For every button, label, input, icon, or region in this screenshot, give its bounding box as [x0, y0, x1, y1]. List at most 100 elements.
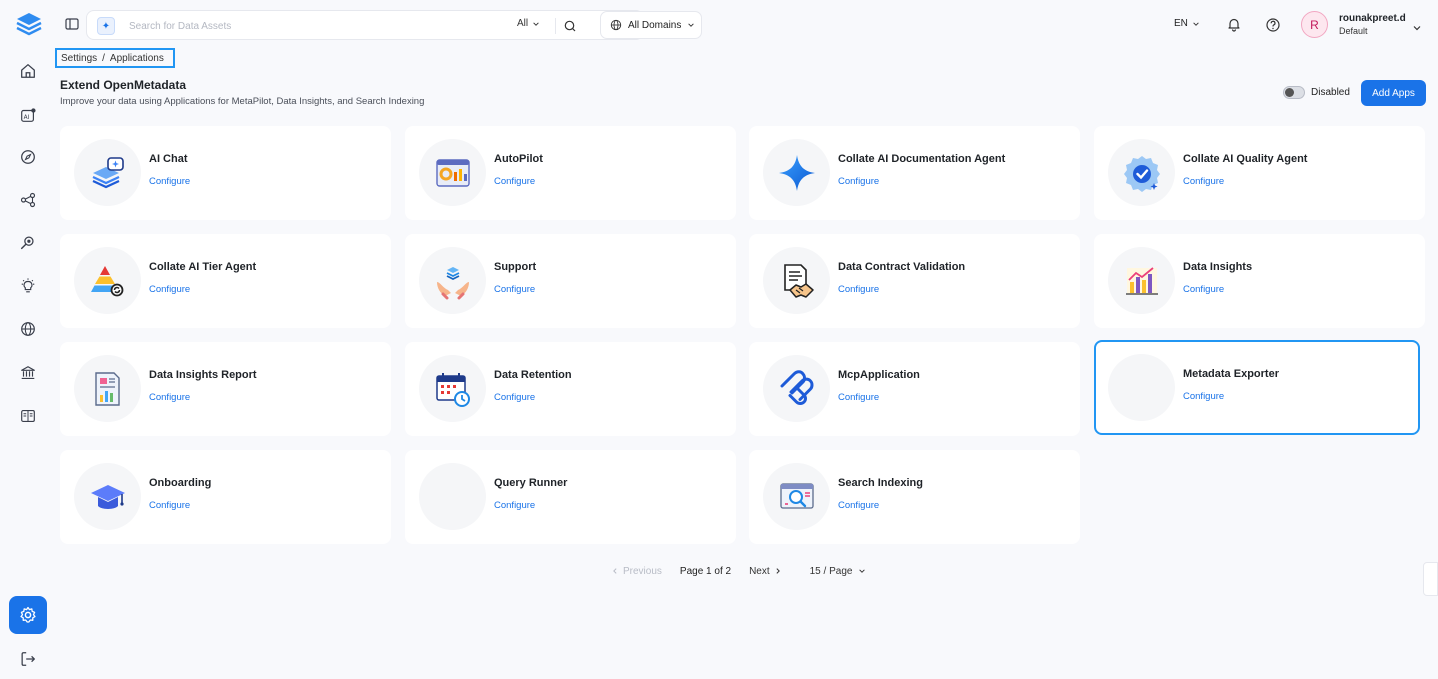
graduation-cap-icon — [74, 463, 141, 530]
app-name: Collate AI Documentation Agent — [838, 153, 1006, 165]
sidebar-toggle-icon[interactable] — [64, 16, 80, 32]
openmetadata-logo-icon[interactable] — [15, 10, 43, 38]
app-card-mcp-application[interactable]: McpApplication Configure — [749, 342, 1080, 436]
sparkle-icon — [763, 139, 830, 206]
next-page-button[interactable]: Next — [749, 566, 782, 577]
app-name: AI Chat — [149, 153, 188, 165]
previous-page-button[interactable]: Previous — [611, 566, 662, 577]
app-card-data-insights[interactable]: Data Insights Configure — [1094, 234, 1425, 328]
page-subtitle: Improve your data using Applications for… — [60, 96, 425, 107]
app-card-onboarding[interactable]: Onboarding Configure — [60, 450, 391, 544]
app-card-quality-agent[interactable]: Collate AI Quality Agent Configure — [1094, 126, 1425, 220]
domains-dropdown[interactable]: All Domains — [600, 11, 702, 39]
page-size-label: 15 / Page — [809, 565, 853, 577]
knowledge-book-icon[interactable] — [14, 402, 42, 430]
configure-link[interactable]: Configure — [1183, 391, 1224, 402]
sidebar: AI — [0, 0, 56, 679]
configure-link[interactable]: Configure — [838, 176, 879, 187]
app-card-data-retention[interactable]: Data Retention Configure — [405, 342, 736, 436]
app-card-support[interactable]: Support Configure — [405, 234, 736, 328]
configure-link[interactable]: Configure — [494, 284, 535, 295]
app-card-ai-chat[interactable]: AI Chat Configure — [60, 126, 391, 220]
configure-link[interactable]: Configure — [1183, 284, 1224, 295]
app-name: Search Indexing — [838, 477, 923, 489]
search-bar: ✦ All — [86, 10, 644, 40]
search-filter-label: All — [517, 18, 529, 29]
app-name: Data Retention — [494, 369, 572, 381]
configure-link[interactable]: Configure — [149, 176, 190, 187]
app-name: AutoPilot — [494, 153, 543, 165]
configure-link[interactable]: Configure — [149, 500, 190, 511]
configure-link[interactable]: Configure — [838, 500, 879, 511]
app-card-metadata-exporter[interactable]: Metadata Exporter Configure — [1094, 340, 1420, 435]
tier-pyramid-icon — [74, 247, 141, 314]
configure-link[interactable]: Configure — [149, 284, 190, 295]
settings-gear-icon[interactable] — [9, 596, 47, 634]
user-name[interactable]: rounakpreet.d — [1339, 13, 1406, 24]
configure-link[interactable]: Configure — [494, 392, 535, 403]
insights-bulb-icon[interactable] — [14, 272, 42, 300]
pagination: Previous Page 1 of 2 Next 15 / Page — [611, 564, 866, 578]
quality-badge-icon — [1108, 139, 1175, 206]
home-icon[interactable] — [14, 57, 42, 85]
configure-link[interactable]: Configure — [494, 500, 535, 511]
help-icon[interactable] — [1265, 17, 1281, 33]
domains-globe-icon[interactable] — [14, 315, 42, 343]
breadcrumb-separator: / — [102, 52, 105, 64]
app-name: Onboarding — [149, 477, 212, 489]
app-card-autopilot[interactable]: AutoPilot Configure — [405, 126, 736, 220]
configure-link[interactable]: Configure — [149, 392, 190, 403]
mcp-logo-icon — [763, 355, 830, 422]
search-window-icon — [763, 463, 830, 530]
top-bar: ✦ All All Domains EN R rounakpreet.d Def… — [56, 0, 1438, 48]
governance-bank-icon[interactable] — [14, 359, 42, 387]
app-card-tier-agent[interactable]: Collate AI Tier Agent Configure — [60, 234, 391, 328]
configure-link[interactable]: Configure — [494, 176, 535, 187]
app-card-query-runner[interactable]: Query Runner Configure — [405, 450, 736, 544]
calendar-clock-icon — [419, 355, 486, 422]
notification-bell-icon[interactable] — [1226, 16, 1242, 32]
configure-link[interactable]: Configure — [838, 284, 879, 295]
configure-link[interactable]: Configure — [1183, 176, 1224, 187]
ai-icon[interactable]: AI — [14, 101, 42, 129]
search-divider — [555, 18, 556, 34]
search-filter-dropdown[interactable]: All — [517, 18, 540, 29]
page-info: Page 1 of 2 — [679, 565, 732, 577]
blank-icon — [419, 463, 486, 530]
ai-search-icon[interactable]: ✦ — [97, 17, 115, 35]
app-name: Data Contract Validation — [838, 261, 966, 273]
app-card-data-contract-validation[interactable]: Data Contract Validation Configure — [749, 234, 1080, 328]
app-card-documentation-agent[interactable]: Collate AI Documentation Agent Configure — [749, 126, 1080, 220]
search-input[interactable] — [129, 17, 459, 35]
chevron-right-icon — [776, 568, 780, 574]
page-title: Extend OpenMetadata — [60, 78, 187, 92]
add-apps-button[interactable]: Add Apps — [1361, 80, 1426, 106]
app-name: Collate AI Tier Agent — [149, 261, 257, 273]
page-size-dropdown[interactable]: 15 / Page — [810, 566, 867, 577]
user-role: Default — [1339, 26, 1368, 36]
language-label: EN — [1174, 18, 1188, 29]
domains-label: All Domains — [628, 19, 682, 31]
svg-text:AI: AI — [24, 115, 30, 121]
chevron-down-icon — [1193, 21, 1199, 26]
language-dropdown[interactable]: EN — [1174, 18, 1200, 29]
chevron-down-icon[interactable] — [1412, 20, 1422, 31]
lineage-icon[interactable] — [14, 186, 42, 214]
breadcrumb: Settings / Applications — [55, 48, 175, 68]
autopilot-icon — [419, 139, 486, 206]
chevron-down-icon — [533, 21, 539, 26]
breadcrumb-applications[interactable]: Applications — [110, 53, 164, 64]
breadcrumb-settings[interactable]: Settings — [61, 53, 97, 64]
configure-link[interactable]: Configure — [838, 392, 879, 403]
side-panel-handle[interactable] — [1423, 562, 1438, 596]
app-card-search-indexing[interactable]: Search Indexing Configure — [749, 450, 1080, 544]
search-icon[interactable] — [563, 19, 577, 33]
observability-icon[interactable] — [14, 229, 42, 257]
chevron-left-icon — [613, 568, 617, 574]
avatar[interactable]: R — [1301, 11, 1328, 38]
logout-icon[interactable] — [14, 645, 42, 673]
disabled-apps-toggle[interactable] — [1283, 86, 1305, 99]
app-name: Collate AI Quality Agent — [1183, 153, 1308, 165]
explore-compass-icon[interactable] — [14, 143, 42, 171]
app-card-data-insights-report[interactable]: Data Insights Report Configure — [60, 342, 391, 436]
